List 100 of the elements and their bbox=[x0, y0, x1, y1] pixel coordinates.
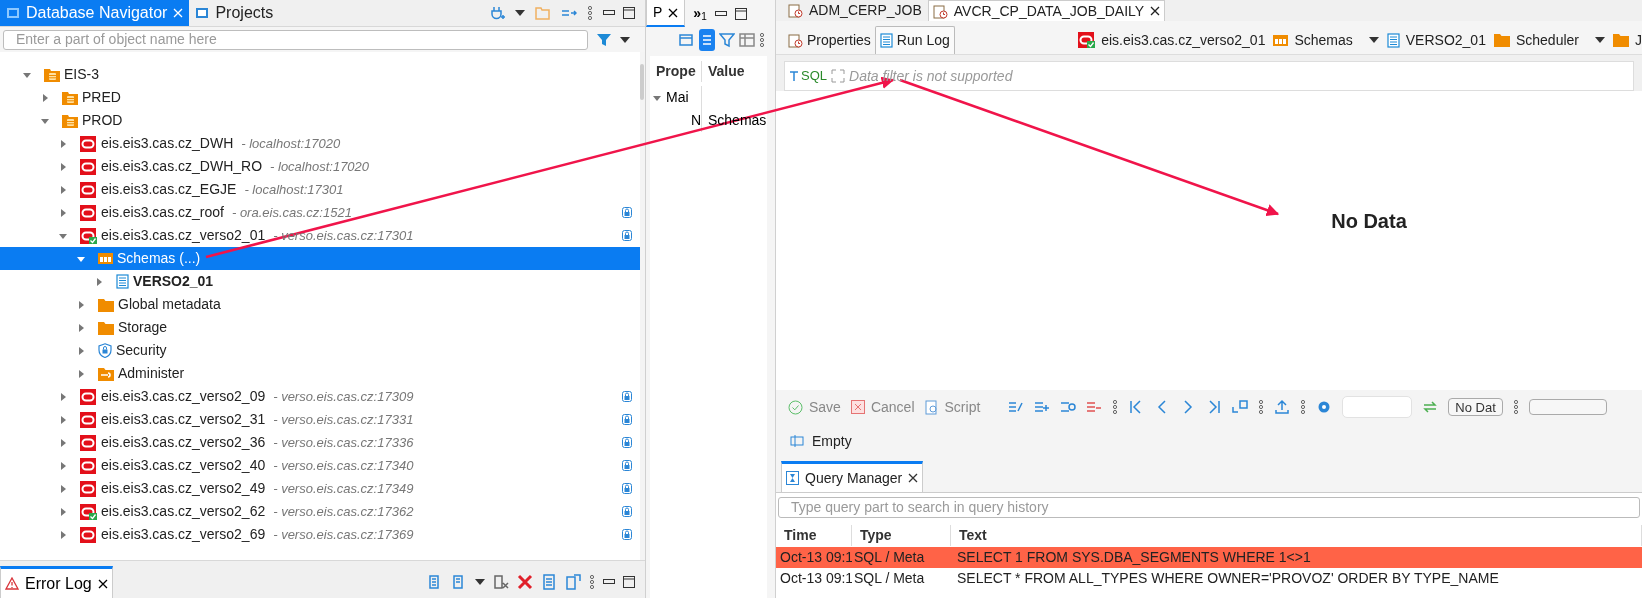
tree-row[interactable]: Global metadata bbox=[0, 293, 640, 316]
view-tab[interactable]: Error Log bbox=[0, 566, 113, 598]
delete-row-icon[interactable] bbox=[1086, 399, 1103, 415]
tree-row[interactable]: eis.eis3.cas.cz_verso2_09 - verso.eis.cas.cz:17309 bbox=[0, 385, 640, 408]
column-header[interactable]: Type bbox=[852, 524, 951, 546]
query-search-field[interactable]: Type query part to search in query history bbox=[778, 497, 1640, 518]
tree-row[interactable]: eis.eis3.cas.cz_EGJE - localhost:17301 bbox=[0, 178, 640, 201]
document-icon[interactable] bbox=[541, 574, 557, 590]
tree-item-label[interactable]: PRED bbox=[82, 87, 121, 108]
tree-row[interactable]: eis.eis3.cas.cz_roof - ora.eis.cas.cz:1521 bbox=[0, 201, 640, 224]
tree-row[interactable]: eis.eis3.cas.cz_DWH - localhost:17020 bbox=[0, 132, 640, 155]
close-icon[interactable] bbox=[668, 7, 679, 18]
tree-item-label[interactable]: eis.eis3.cas.cz_verso2_49 bbox=[101, 478, 266, 499]
dropdown-caret-icon[interactable] bbox=[475, 579, 485, 585]
more-options-icon[interactable] bbox=[1112, 400, 1119, 414]
tree-toggle-icon[interactable] bbox=[58, 161, 68, 172]
tree-row[interactable]: eis.eis3.cas.cz_DWH_RO - localhost:17020 bbox=[0, 155, 640, 178]
column-header[interactable]: Text bbox=[951, 524, 1642, 546]
tree-toggle-icon[interactable] bbox=[40, 92, 50, 103]
tree-toggle-icon[interactable] bbox=[58, 184, 68, 195]
tree-item-label[interactable]: EIS-3 bbox=[64, 64, 99, 85]
query-row[interactable]: Oct-13 09:1 SQL / Meta SELECT 1 FROM SYS.DBA_SEGMENTS WHERE 1<>1 bbox=[776, 547, 1642, 568]
last-page-icon[interactable] bbox=[1206, 399, 1223, 415]
tree-toggle-icon[interactable] bbox=[58, 207, 68, 218]
tree-item-label[interactable]: eis.eis3.cas.cz_verso2_09 bbox=[101, 386, 266, 407]
minimize-icon[interactable] bbox=[603, 10, 615, 16]
data-filter-bar[interactable]: SQL Data filter is not supported bbox=[784, 61, 1634, 91]
tree-row[interactable]: eis.eis3.cas.cz_verso2_40 - verso.eis.cas.cz:17340 bbox=[0, 454, 640, 477]
minimize-icon[interactable] bbox=[603, 579, 615, 585]
maximize-icon[interactable] bbox=[623, 576, 635, 588]
tree-toggle-icon[interactable] bbox=[94, 276, 104, 287]
export-icon[interactable] bbox=[1274, 399, 1291, 415]
tree-row[interactable]: Administer bbox=[0, 362, 640, 385]
breadcrumb-item[interactable]: VERSO2_01 bbox=[1386, 29, 1486, 51]
view-tab[interactable]: Projects bbox=[189, 0, 280, 26]
tree-item-label[interactable]: eis.eis3.cas.cz_verso2_31 bbox=[101, 409, 266, 430]
tree-toggle-icon[interactable] bbox=[76, 299, 86, 310]
open-log-icon[interactable] bbox=[565, 574, 581, 590]
delete-icon[interactable] bbox=[517, 574, 533, 590]
tree-row[interactable]: VERSO2_01 bbox=[0, 270, 640, 293]
more-options-icon[interactable] bbox=[1300, 400, 1307, 414]
tree-row[interactable]: PRED bbox=[0, 86, 640, 109]
tree-row[interactable]: eis.eis3.cas.cz_verso2_62 - verso.eis.cas.cz:17362 bbox=[0, 500, 640, 523]
tree-toggle-icon[interactable] bbox=[76, 322, 86, 333]
tree-row[interactable]: eis.eis3.cas.cz_verso2_36 - verso.eis.cas.cz:17336 bbox=[0, 431, 640, 454]
tree-row[interactable]: eis.eis3.cas.cz_verso2_69 - verso.eis.cas.cz:17369 bbox=[0, 523, 640, 546]
more-options-icon[interactable] bbox=[1512, 400, 1519, 414]
column-header[interactable]: Prope bbox=[650, 60, 702, 82]
tree-item-label[interactable]: eis.eis3.cas.cz_DWH bbox=[101, 133, 234, 154]
editor-tab[interactable]: ADM_CERP_JOB bbox=[784, 0, 926, 21]
tree-item-label[interactable]: Schemas (...) bbox=[117, 248, 201, 269]
more-options-icon[interactable] bbox=[1258, 400, 1265, 414]
more-options-icon[interactable] bbox=[759, 32, 765, 47]
add-row-icon[interactable] bbox=[1034, 399, 1051, 415]
tree-toggle-icon[interactable] bbox=[58, 460, 68, 471]
close-icon[interactable] bbox=[97, 578, 108, 589]
filter-icon[interactable] bbox=[719, 31, 735, 48]
sql-button[interactable]: SQL bbox=[789, 66, 827, 86]
tree-item-label[interactable]: eis.eis3.cas.cz_verso2_69 bbox=[101, 524, 266, 545]
more-options-icon[interactable] bbox=[587, 6, 593, 20]
view-tab[interactable]: Query Manager bbox=[781, 461, 924, 492]
tree-toggle-icon[interactable] bbox=[76, 368, 86, 379]
clear-log-icon[interactable] bbox=[493, 574, 509, 590]
view-tab[interactable]: Database Navigator bbox=[0, 0, 190, 26]
editor-tab[interactable]: AVCR_CP_DATA_JOB_DAILY bbox=[927, 0, 1166, 21]
tree-item-label[interactable]: eis.eis3.cas.cz_roof bbox=[101, 202, 224, 223]
tree-toggle-icon[interactable] bbox=[58, 437, 68, 448]
sub-tab[interactable]: Run Log bbox=[874, 26, 955, 54]
maximize-icon[interactable] bbox=[623, 7, 635, 19]
tree-toggle-icon[interactable] bbox=[58, 483, 68, 494]
table-icon[interactable] bbox=[739, 31, 755, 48]
tree-item-label[interactable]: VERSO2_01 bbox=[133, 271, 214, 292]
tree-item-label[interactable]: eis.eis3.cas.cz_verso2_01 bbox=[101, 225, 266, 246]
search-field[interactable]: Enter a part of object name here bbox=[3, 29, 588, 50]
tree-toggle-icon[interactable] bbox=[58, 529, 68, 540]
minimize-icon[interactable] bbox=[714, 10, 727, 17]
dropdown-caret-icon[interactable] bbox=[515, 10, 525, 16]
tree-row[interactable]: Schemas (...) bbox=[0, 247, 640, 270]
column-header[interactable]: Value bbox=[702, 60, 745, 82]
tree-item-label[interactable]: PROD bbox=[82, 110, 123, 131]
tree-item-label[interactable]: eis.eis3.cas.cz_DWH_RO bbox=[101, 156, 263, 177]
refresh-icon[interactable] bbox=[1422, 399, 1439, 415]
breadcrumb-item[interactable]: J bbox=[1613, 29, 1642, 51]
scrollbar-thumb[interactable] bbox=[640, 64, 644, 100]
tree-item-label[interactable]: eis.eis3.cas.cz_verso2_40 bbox=[101, 455, 266, 476]
dropdown-caret-icon[interactable] bbox=[1368, 37, 1379, 43]
close-icon[interactable] bbox=[908, 473, 919, 483]
tree-row[interactable]: EIS-3 bbox=[0, 63, 640, 86]
panel-toggle-button[interactable]: Empty bbox=[790, 430, 852, 452]
sub-tab[interactable]: Properties bbox=[784, 26, 875, 54]
edit-rows-icon[interactable] bbox=[1008, 399, 1025, 415]
tree-toggle-icon[interactable] bbox=[58, 138, 68, 149]
tree-item-label[interactable]: Security bbox=[116, 340, 167, 361]
tree-toggle-icon[interactable] bbox=[58, 391, 68, 402]
dropdown-caret-icon[interactable] bbox=[1595, 37, 1605, 43]
copy-row-icon[interactable] bbox=[1060, 399, 1077, 415]
tree-item-label[interactable]: eis.eis3.cas.cz_verso2_36 bbox=[101, 432, 266, 453]
maximize-icon[interactable] bbox=[734, 7, 747, 20]
tree-item-label[interactable]: Global metadata bbox=[118, 294, 221, 315]
tree-item-label[interactable]: Storage bbox=[118, 317, 168, 338]
